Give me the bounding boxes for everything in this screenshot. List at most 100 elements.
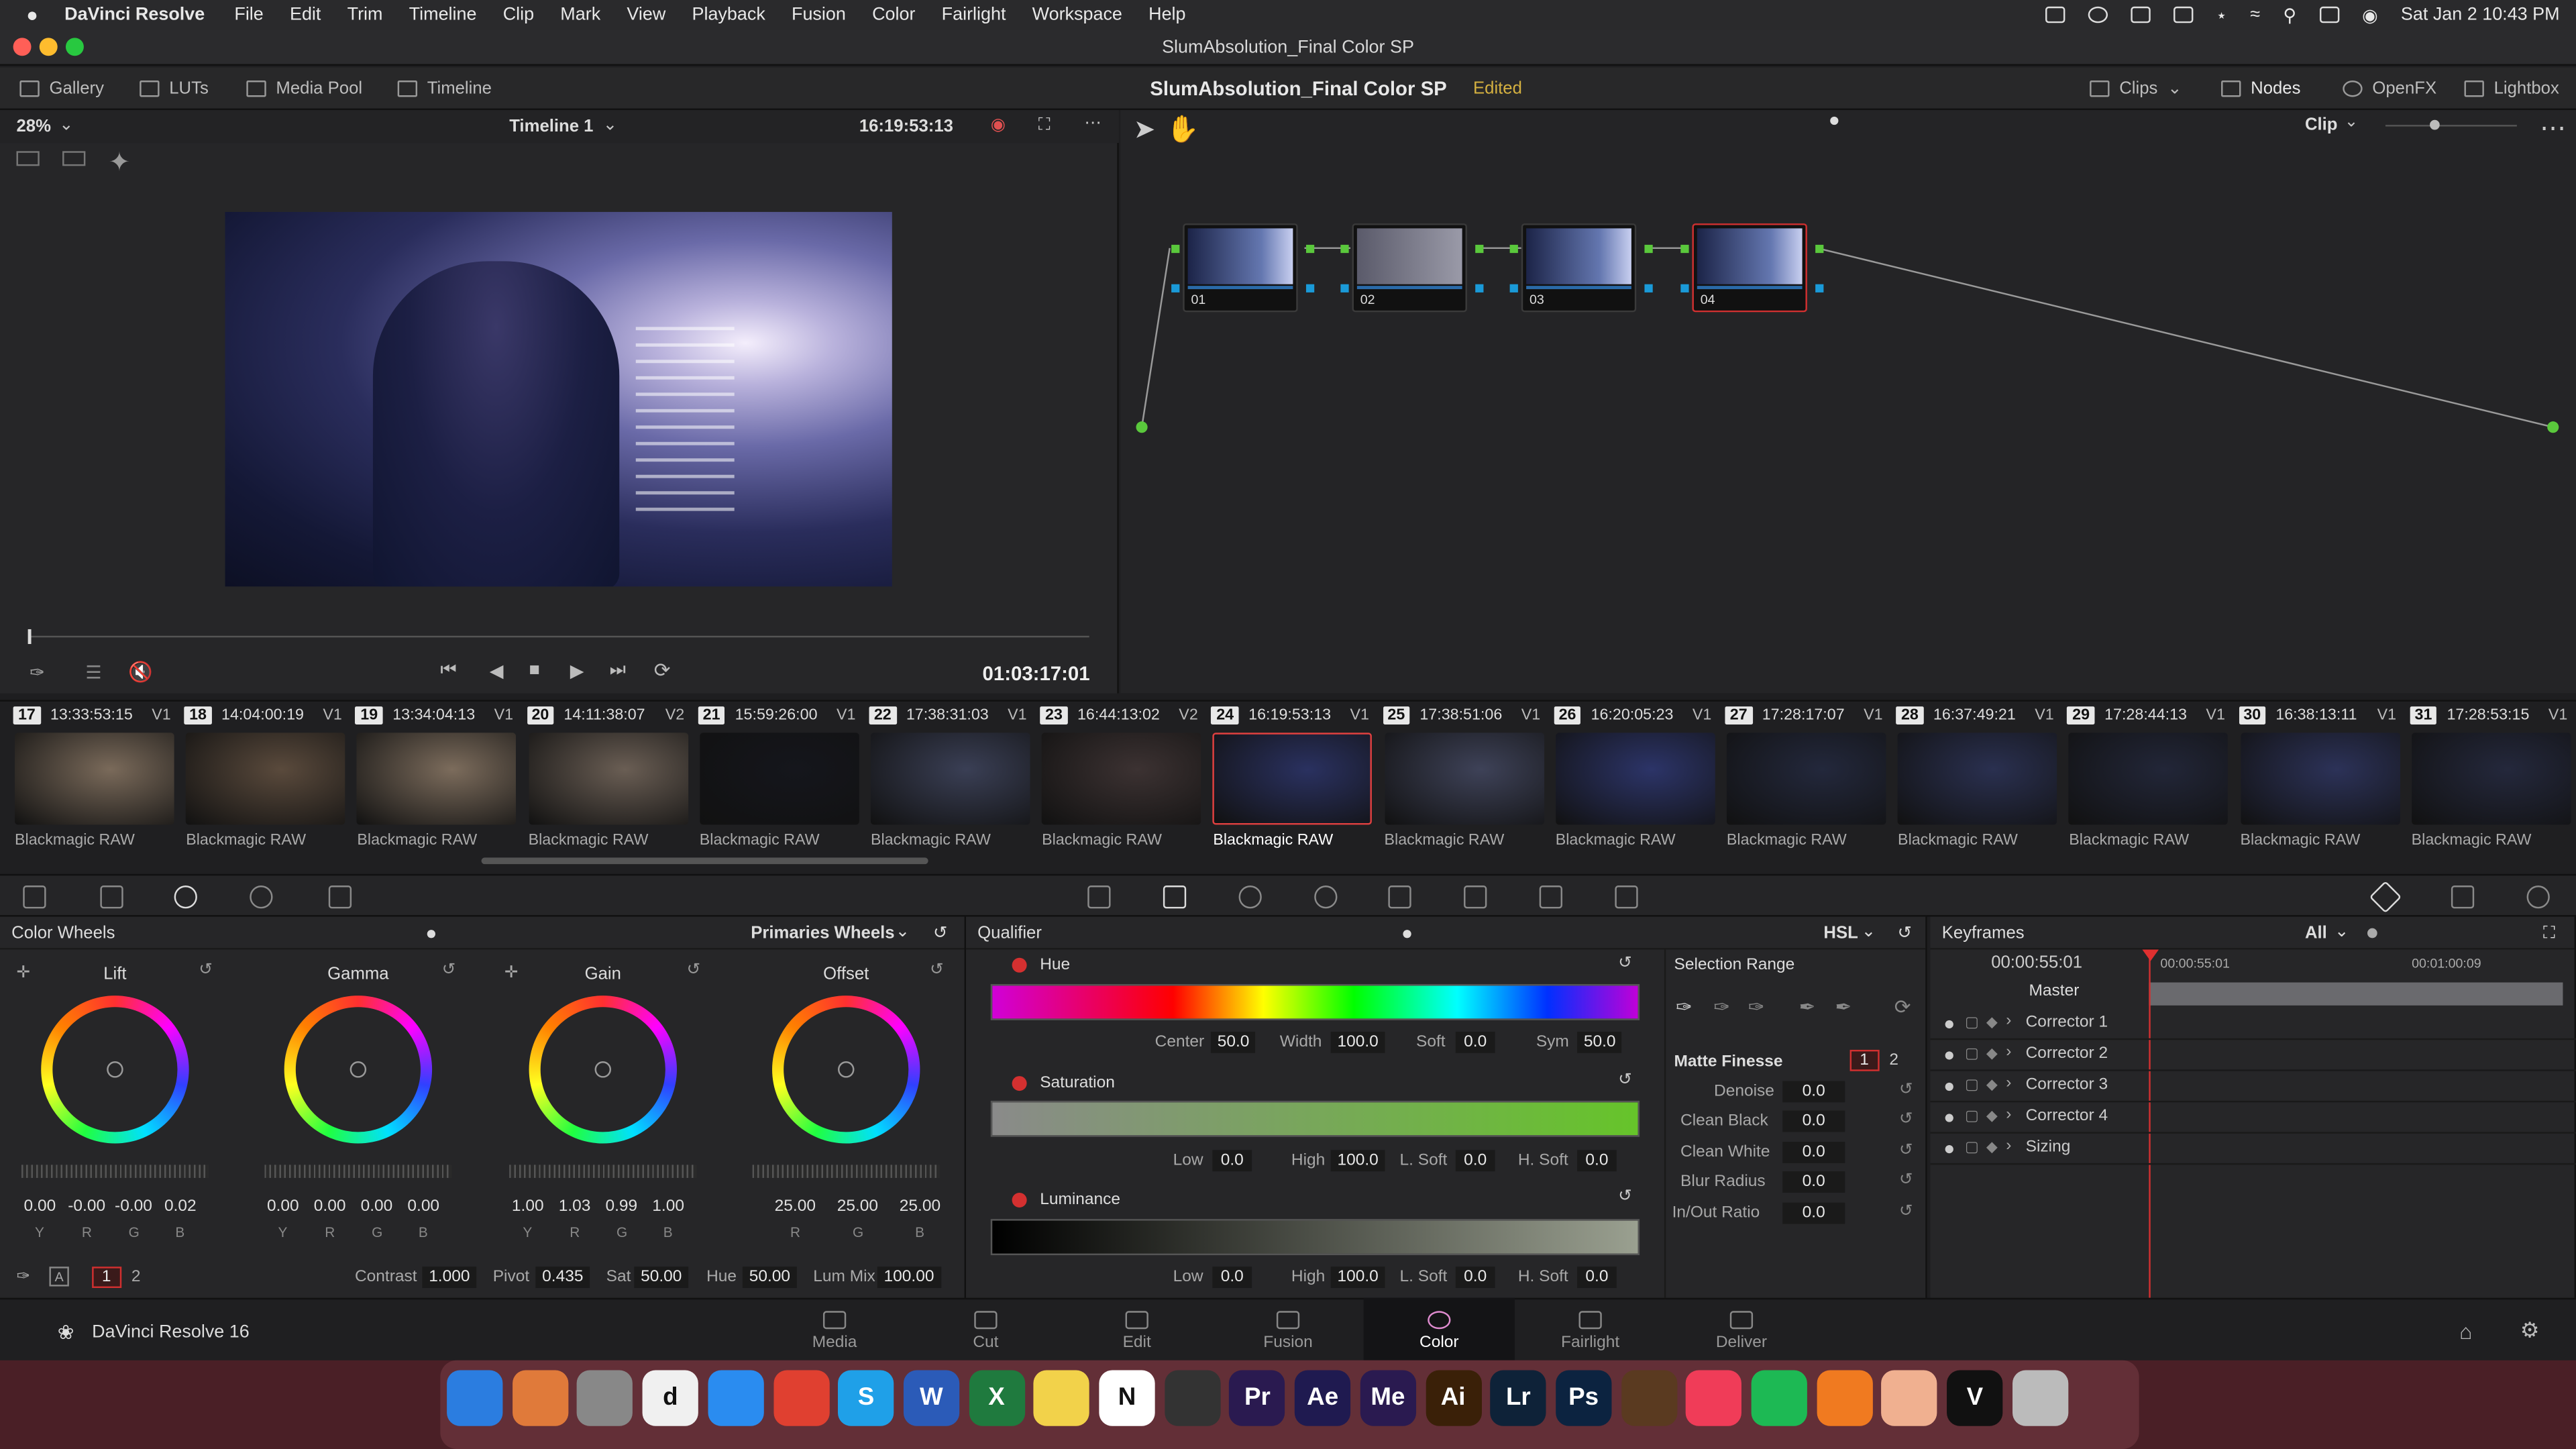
gain-wheel-center[interactable] — [594, 1061, 612, 1078]
play-icon[interactable]: ▶ — [570, 660, 584, 682]
reset-luminance-icon[interactable]: ↺ — [1618, 1188, 1632, 1206]
center-field[interactable]: 50.0 — [1210, 1031, 1256, 1053]
denoise-field[interactable]: 0.0 — [1782, 1081, 1845, 1103]
blur-icon[interactable] — [1388, 885, 1411, 909]
fullscreen-icon[interactable]: ⛶ — [1038, 115, 1051, 136]
qualifier-icon[interactable] — [1163, 885, 1187, 909]
clip-thumbnail[interactable]: 25 17:38:51:06 V1 Blackmagic RAW — [1376, 702, 1547, 866]
openfx-button[interactable]: OpenFX — [2343, 67, 2436, 110]
picker-plus-icon[interactable]: ✑ — [1748, 996, 1765, 1018]
dock-app-icon[interactable] — [2012, 1370, 2068, 1426]
gain-value-r[interactable]: 1.03 — [553, 1197, 596, 1216]
lift-reset-icon[interactable]: ↺ — [199, 961, 213, 979]
corrector-2-lock-icon[interactable]: ▢ — [1965, 1045, 1979, 1063]
tracker-icon[interactable] — [1314, 885, 1338, 909]
bluetooth-icon[interactable]: ⋆ — [2216, 4, 2227, 25]
corrector-2-track[interactable] — [1930, 1069, 2576, 1071]
dock-app-icon[interactable] — [1621, 1370, 1677, 1426]
gamma-value-b[interactable]: 0.00 — [402, 1197, 445, 1216]
media-pool-button[interactable]: Media Pool — [246, 67, 362, 110]
menu-edit[interactable]: Edit — [290, 5, 321, 24]
width-field[interactable]: 100.0 — [1330, 1031, 1385, 1053]
3d-icon[interactable] — [1615, 885, 1638, 909]
matte-page-2[interactable]: 2 — [1889, 1051, 1898, 1069]
dock-app-icon[interactable]: Ai — [1425, 1370, 1481, 1426]
clip-thumbnail[interactable]: 29 17:28:44:13 V1 Blackmagic RAW — [2061, 702, 2232, 866]
menu-help[interactable]: Help — [1148, 5, 1185, 24]
corrector-3-dot-icon[interactable] — [1945, 1082, 1953, 1091]
gain-value-b[interactable]: 1.00 — [647, 1197, 690, 1216]
node-01[interactable]: 01 — [1183, 223, 1298, 313]
menu-color[interactable]: Color — [872, 5, 915, 24]
gain-master-jog[interactable] — [509, 1165, 697, 1178]
home-icon[interactable]: ⌂ — [2459, 1320, 2472, 1344]
luminance-bar[interactable] — [990, 1219, 1640, 1256]
offset-value-g[interactable]: 25.00 — [828, 1197, 887, 1216]
go-to-start-icon[interactable]: ⏮ — [440, 660, 456, 682]
dock-app-icon[interactable] — [577, 1370, 633, 1426]
gamma-master-jog[interactable] — [264, 1165, 452, 1178]
dock-app-icon[interactable]: X — [968, 1370, 1025, 1426]
keyframe-playhead[interactable] — [2149, 949, 2151, 1298]
expand-keyframes-icon[interactable]: ⛶ — [2543, 917, 2555, 950]
offset-reset-icon[interactable]: ↺ — [930, 961, 944, 979]
dock-app-icon[interactable] — [708, 1370, 764, 1426]
clean-black-field[interactable]: 0.0 — [1782, 1111, 1845, 1133]
corrector-4-dot-icon[interactable] — [1945, 1114, 1953, 1122]
hdr-icon[interactable] — [250, 885, 273, 909]
mute-icon[interactable]: 🔇 — [128, 660, 153, 683]
dock-app-icon[interactable] — [1751, 1370, 1807, 1426]
close-window-button[interactable] — [13, 38, 32, 56]
camera-raw-icon[interactable] — [23, 885, 46, 909]
gallery-button[interactable]: Gallery — [19, 67, 104, 110]
menu-fairlight[interactable]: Fairlight — [942, 5, 1006, 24]
sizing-dot-icon[interactable] — [1945, 1144, 1953, 1154]
lum-low-field[interactable]: 0.0 — [1212, 1267, 1252, 1289]
gain-wheel[interactable] — [529, 996, 677, 1144]
nodes-button[interactable]: Nodes — [2221, 67, 2300, 110]
stop-icon[interactable]: ■ — [529, 660, 540, 680]
search-icon[interactable]: ⚲ — [2283, 4, 2296, 25]
dock-app-icon[interactable]: N — [1099, 1370, 1155, 1426]
invert-icon[interactable]: ⟳ — [1894, 996, 1911, 1018]
clip-thumbnail[interactable]: 17 13:33:53:15 V1 Blackmagic RAW — [7, 702, 178, 866]
offset-value-b[interactable]: 25.00 — [890, 1197, 949, 1216]
gamma-value-g[interactable]: 0.00 — [355, 1197, 398, 1216]
saturation-bar[interactable] — [990, 1100, 1640, 1137]
sizing-track[interactable] — [1930, 1163, 2576, 1165]
node-03[interactable]: 03 — [1521, 223, 1637, 313]
color-match-icon[interactable] — [100, 885, 123, 909]
clean-white-reset-icon[interactable]: ↺ — [1899, 1142, 1913, 1160]
in-out-ratio-field[interactable]: 0.0 — [1782, 1201, 1845, 1224]
dock-app-icon[interactable] — [1034, 1370, 1090, 1426]
dock-app-icon[interactable]: S — [838, 1370, 894, 1426]
clock[interactable]: Sat Jan 2 10:43 PM — [2401, 5, 2560, 24]
dock-app-icon[interactable]: W — [903, 1370, 959, 1426]
playhead[interactable] — [28, 629, 32, 645]
gain-value-y[interactable]: 1.00 — [506, 1197, 549, 1216]
sizing-diamond-icon[interactable]: ◆ — [1986, 1138, 1998, 1157]
page-fusion[interactable]: Fusion — [1212, 1298, 1363, 1360]
more-options-icon[interactable]: ⋯ — [1084, 113, 1102, 133]
key-icon[interactable] — [1464, 885, 1487, 909]
corrector-3-expand-icon[interactable]: › — [2006, 1075, 2011, 1093]
clean-white-field[interactable]: 0.0 — [1782, 1141, 1845, 1163]
feather-minus-icon[interactable]: ✒ — [1799, 996, 1816, 1018]
denoise-reset-icon[interactable]: ↺ — [1899, 1081, 1913, 1099]
timeline-selector[interactable]: Timeline 1 — [509, 117, 593, 136]
clip-thumbnail[interactable]: 24 16:19:53:13 V1 Blackmagic RAW — [1205, 702, 1376, 866]
corrector-4-diamond-icon[interactable]: ◆ — [1986, 1108, 1998, 1126]
window-icon[interactable] — [1238, 885, 1262, 909]
color-picker-icon[interactable]: ◉ — [991, 115, 1006, 134]
lum-lsoft-field[interactable]: 0.0 — [1455, 1267, 1495, 1289]
pivot-field[interactable]: 0.435 — [535, 1267, 590, 1289]
apple-menu-icon[interactable]: ● — [26, 3, 38, 26]
master-track-bar[interactable] — [2149, 982, 2563, 1006]
page-cut[interactable]: Cut — [910, 1298, 1061, 1360]
screen-icon[interactable] — [2173, 6, 2193, 23]
mission-control-icon[interactable] — [2045, 6, 2065, 23]
hue-bar[interactable] — [990, 983, 1640, 1020]
clip-thumbnail[interactable]: 28 16:37:49:21 V1 Blackmagic RAW — [1890, 702, 2061, 866]
curves-icon[interactable] — [1087, 885, 1111, 909]
eyedropper-icon[interactable]: ✑ — [30, 662, 45, 683]
